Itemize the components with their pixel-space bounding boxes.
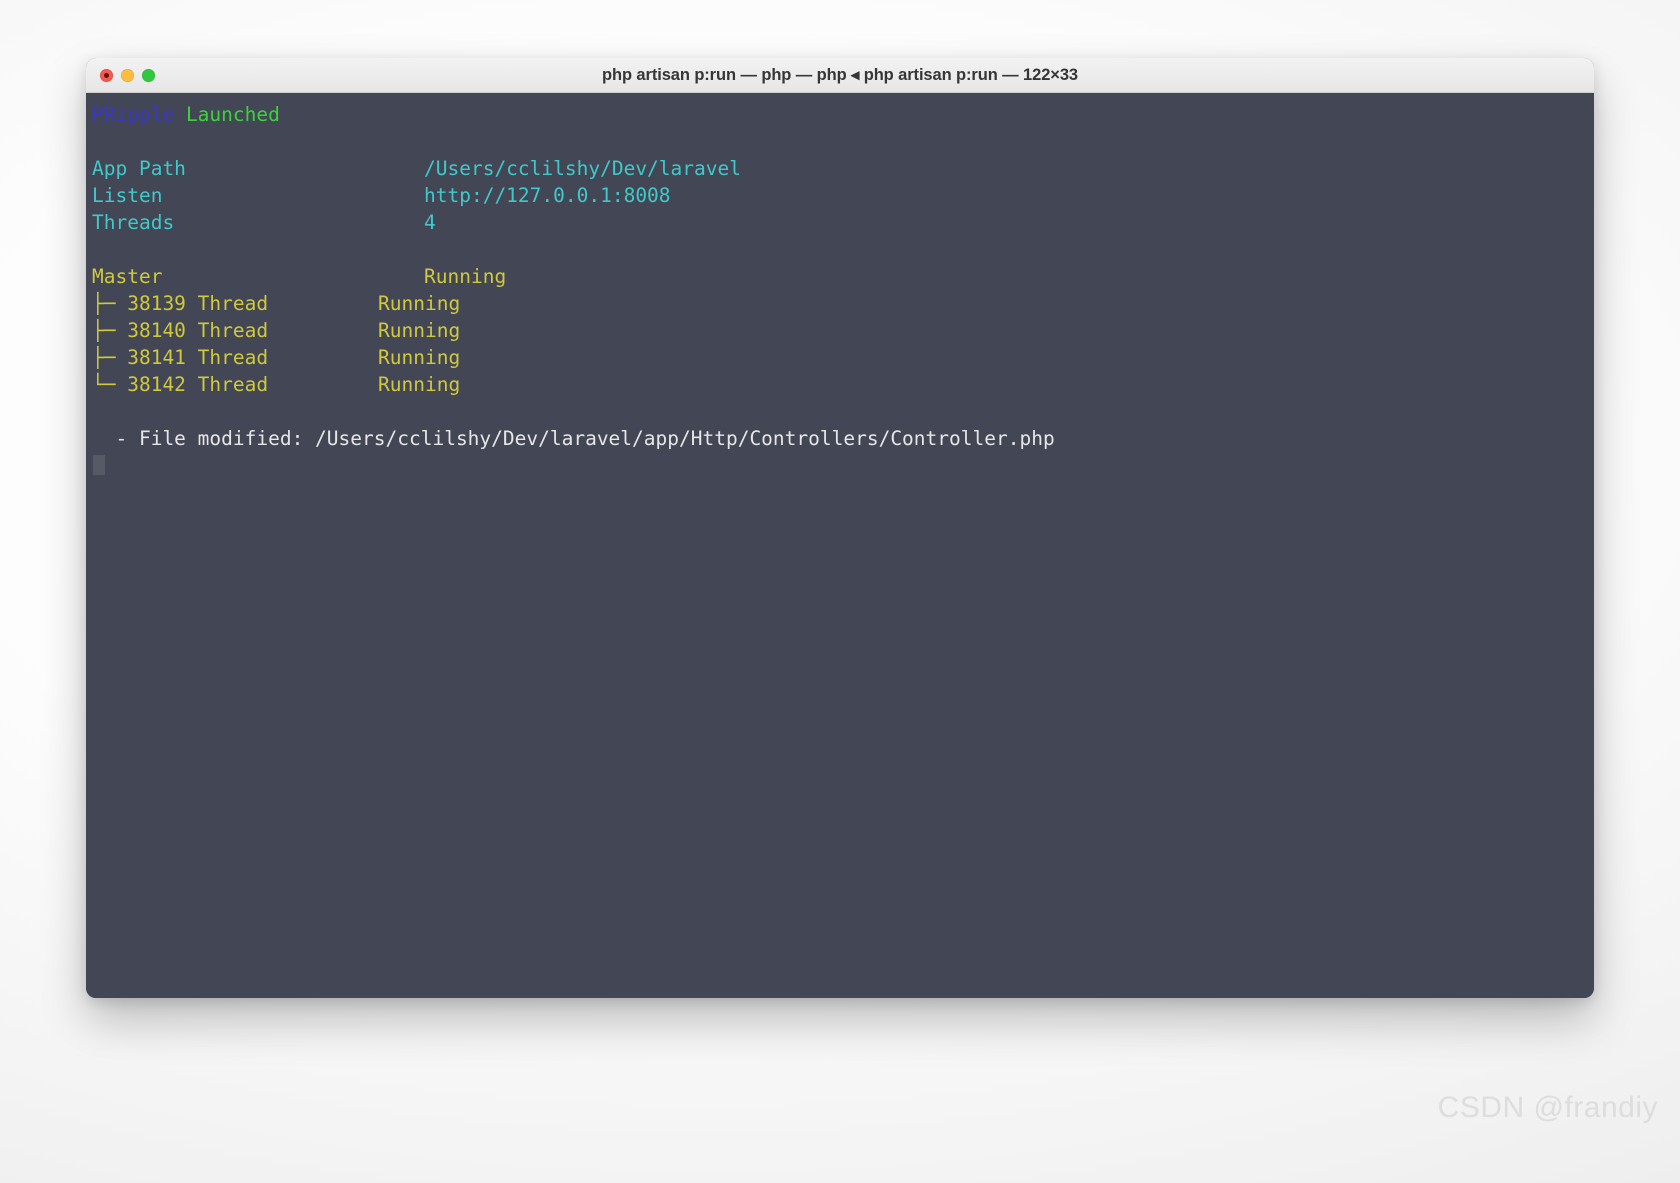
thread-label-3: └─ 38142 Thread <box>92 373 269 396</box>
info-value-app-path: /Users/cclilshy/Dev/laravel <box>424 157 741 180</box>
terminal-output-area[interactable]: PRipple Launched App Path/Users/cclilshy… <box>86 93 1594 998</box>
thread-status-3: Running <box>378 373 461 396</box>
thread-row: ├─ 38141 Thread Running <box>86 344 1594 371</box>
info-label-app-path: App Path <box>92 157 186 180</box>
thread-status-0: Running <box>378 292 461 315</box>
log-text: - File modified: /Users/cclilshy/Dev/lar… <box>92 427 1055 450</box>
thread-row: ├─ 38139 Thread Running <box>86 290 1594 317</box>
info-row-threads: Threads 4 <box>86 209 1594 236</box>
master-row: Master Running <box>86 263 1594 290</box>
info-value-listen: http://127.0.0.1:8008 <box>424 184 671 207</box>
window-titlebar[interactable]: php artisan p:run — php — php ◂ php arti… <box>86 58 1594 93</box>
thread-row: ├─ 38140 Thread Running <box>86 317 1594 344</box>
maximize-window-icon[interactable] <box>142 69 155 82</box>
info-label-listen: Listen <box>92 184 163 207</box>
prompt-line[interactable] <box>86 452 1594 479</box>
info-row-app-path: App Path/Users/cclilshy/Dev/laravel <box>86 155 1594 182</box>
launch-status-text: Launched <box>185 103 280 126</box>
log-line-file-modified: - File modified: /Users/cclilshy/Dev/lar… <box>86 425 1594 452</box>
thread-status-1: Running <box>378 319 461 342</box>
spacer-line-3 <box>86 398 1594 425</box>
traffic-light-group <box>100 58 155 93</box>
info-value-threads: 4 <box>424 211 436 234</box>
thread-label-1: ├─ 38140 Thread <box>92 319 269 342</box>
info-label-threads: Threads <box>92 211 175 234</box>
master-status: Running <box>424 265 507 288</box>
watermark-text: CSDN @frandiy <box>1437 1091 1658 1124</box>
minimize-window-icon[interactable] <box>121 69 134 82</box>
thread-status-2: Running <box>378 346 461 369</box>
master-label: Master <box>92 265 163 288</box>
spacer-line-2 <box>86 236 1594 263</box>
terminal-window: php artisan p:run — php — php ◂ php arti… <box>86 58 1594 998</box>
window-title: php artisan p:run — php — php ◂ php arti… <box>602 66 1078 84</box>
thread-label-0: ├─ 38139 Thread <box>92 292 269 315</box>
info-row-listen: Listen http://127.0.0.1:8008 <box>86 182 1594 209</box>
app-name-text: PRipple <box>92 103 175 126</box>
close-window-icon[interactable] <box>100 69 113 82</box>
banner-line: PRipple Launched <box>86 101 1594 128</box>
text-cursor <box>93 455 105 475</box>
thread-row: └─ 38142 Thread Running <box>86 371 1594 398</box>
thread-label-2: ├─ 38141 Thread <box>92 346 269 369</box>
